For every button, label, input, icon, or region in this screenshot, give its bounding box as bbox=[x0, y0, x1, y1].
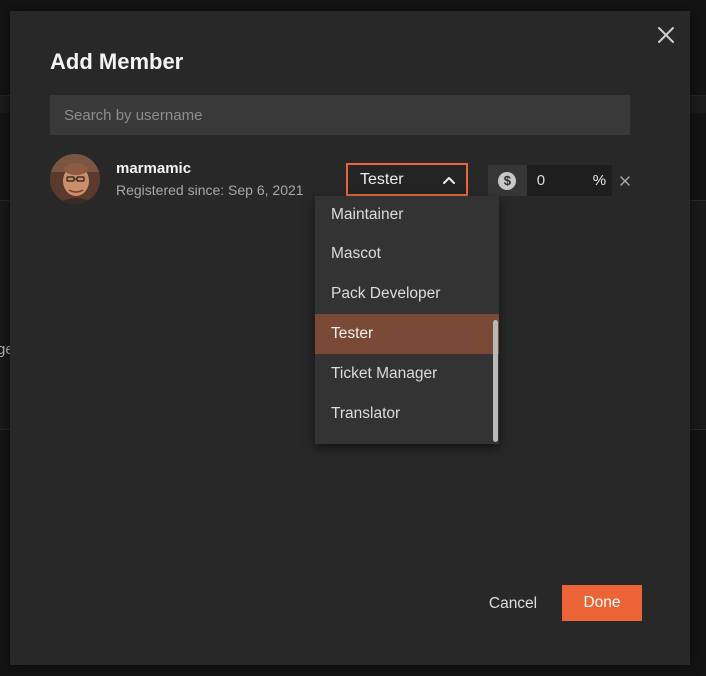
dollar-coin-icon: $ bbox=[498, 171, 517, 190]
user-avatar-image bbox=[50, 154, 100, 204]
avatar bbox=[50, 154, 100, 204]
role-option-mascot[interactable]: Mascot bbox=[315, 234, 499, 274]
dropdown-scrollbar[interactable] bbox=[493, 320, 498, 442]
role-option-label: Tester bbox=[331, 325, 374, 342]
role-select[interactable]: Tester bbox=[346, 163, 468, 196]
revenue-share-input[interactable] bbox=[526, 165, 587, 196]
add-member-modal: Add Member marmamic Registered since: Se… bbox=[10, 11, 690, 665]
chevron-up-icon bbox=[443, 176, 455, 184]
role-dropdown-menu: Maintainer Mascot Pack Developer Tester … bbox=[315, 196, 499, 444]
role-option-maintainer[interactable]: Maintainer bbox=[315, 196, 499, 234]
close-modal-button[interactable] bbox=[656, 25, 676, 45]
role-option-label: Maintainer bbox=[331, 206, 404, 223]
search-username-input[interactable] bbox=[50, 95, 630, 135]
role-option-translator[interactable]: Translator bbox=[315, 394, 499, 434]
cancel-button[interactable]: Cancel bbox=[480, 587, 546, 621]
close-icon bbox=[658, 27, 674, 43]
member-username: marmamic bbox=[116, 160, 192, 177]
revenue-share-field: $ % bbox=[488, 165, 612, 196]
role-option-ticket-manager[interactable]: Ticket Manager bbox=[315, 354, 499, 394]
role-option-label: Ticket Manager bbox=[331, 365, 438, 382]
role-select-value: Tester bbox=[360, 170, 404, 188]
share-coin-box: $ bbox=[488, 165, 527, 196]
member-registered-date: Registered since: Sep 6, 2021 bbox=[116, 182, 304, 198]
modal-title: Add Member bbox=[50, 49, 184, 74]
percent-sign: % bbox=[586, 165, 612, 196]
close-icon bbox=[620, 176, 630, 186]
role-option-label: Pack Developer bbox=[331, 285, 441, 302]
role-option-tester[interactable]: Tester bbox=[315, 314, 499, 354]
role-option-pack-developer[interactable]: Pack Developer bbox=[315, 274, 499, 314]
role-option-label: Translator bbox=[331, 405, 401, 422]
role-option-label: Mascot bbox=[331, 245, 381, 262]
done-button[interactable]: Done bbox=[562, 585, 642, 621]
remove-member-button[interactable] bbox=[619, 174, 631, 186]
